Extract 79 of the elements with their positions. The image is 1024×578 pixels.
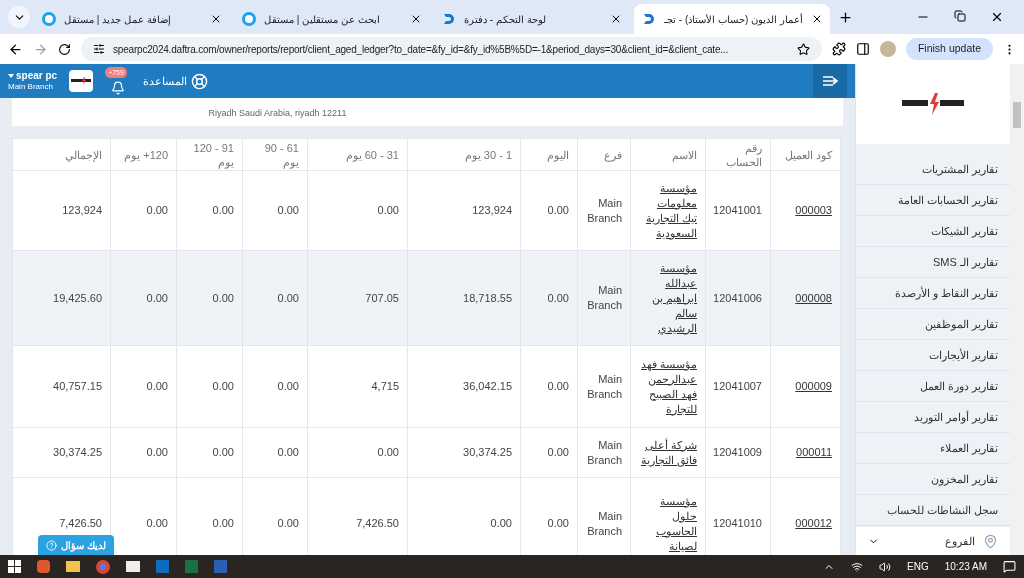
table-cell-text: 0.00 — [276, 290, 299, 306]
table-cell-text: 0.00 — [145, 290, 168, 306]
column-header: 31 - 60 يوم — [344, 147, 399, 162]
table-cell-text: 30,374.25 — [462, 445, 512, 460]
table-cell-text: 0.00 — [276, 203, 299, 218]
help-link[interactable]: المساعدة — [143, 72, 188, 90]
table-cell-text: 7,426.50 — [355, 516, 399, 531]
table-cell-text: 4,715 — [370, 379, 399, 394]
column-header: 120+ يوم — [123, 147, 168, 162]
browser-tab[interactable]: إضافة عمل جديد | مستقل — [34, 4, 230, 34]
table-cell-text: 0.00 — [546, 290, 569, 306]
table-cell-text: 36,042.15 — [462, 379, 512, 394]
tab-title: لوحة التحكم - دفترة — [464, 12, 547, 27]
table-cell: 12041010 — [714, 516, 762, 531]
branch-name: Main Branch — [8, 81, 54, 92]
table-cell-text: 0.00 — [546, 203, 569, 218]
client-link[interactable]: 000012 — [779, 516, 832, 531]
table-cell-text: 0.00 — [546, 445, 569, 460]
table-cell: 12041001 — [714, 203, 762, 218]
table-cell-text: 0.00 — [546, 516, 569, 531]
table-cell-text: 40,757.15 — [52, 379, 102, 394]
column-header: الاسم — [671, 147, 697, 162]
language-indicator[interactable]: ENG — [907, 559, 929, 574]
browser-tab[interactable]: لوحة التحكم - دفترة — [434, 4, 630, 34]
table-cell-text: 0.00 — [211, 203, 234, 218]
client-link[interactable]: 000003 — [779, 203, 832, 218]
clock[interactable]: 10:23 AM — [944, 559, 987, 574]
browser-tab[interactable]: أعمار الديون (حساب الأستاذ) - تجـ — [634, 4, 830, 34]
client-link[interactable]: 000008 — [779, 290, 832, 306]
table-cell: Main Branch — [586, 508, 622, 539]
branches-label: الفروع — [945, 533, 975, 550]
browser-tab[interactable]: ابحث عن مستقلين | مستقل — [234, 4, 430, 34]
table-cell-text: 0.00 — [145, 203, 168, 218]
table-cell-text: 0.00 — [145, 516, 168, 531]
company-address: Riyadh Saudi Arabia, riyadh 12211 — [208, 106, 347, 120]
account-name[interactable]: spear pc — [16, 70, 58, 81]
client-link[interactable]: 000009 — [779, 379, 832, 394]
table-cell-text: 19,425.60 — [52, 290, 102, 306]
table-cell-text: 18,718.55 — [462, 290, 512, 306]
column-header: 61 - 90 يوم — [263, 140, 299, 169]
table-cell-text: 123,924 — [471, 203, 512, 218]
table-cell: Main Branch — [586, 195, 622, 226]
column-header: رقم الحساب — [725, 140, 762, 169]
table-cell-text: 0.00 — [211, 290, 234, 306]
table-cell-text: 7,426.50 — [58, 516, 102, 531]
column-header: اليوم — [546, 147, 569, 162]
tab-title: ابحث عن مستقلين | مستقل — [264, 12, 381, 27]
table-cell-text: 0.00 — [145, 445, 168, 460]
table-cell: 12041007 — [714, 379, 762, 394]
table-cell-text: 0.00 — [376, 445, 399, 460]
table-cell-text: 30,374.25 — [52, 445, 102, 460]
table-cell-text: 707.05 — [364, 290, 399, 306]
tab-title: أعمار الديون (حساب الأستاذ) - تجـ — [664, 12, 803, 27]
column-header: كود العميل — [783, 147, 832, 162]
column-header: 91 - 120 يوم — [192, 140, 234, 169]
table-cell-text: 123,924 — [61, 203, 102, 218]
table-cell-text: 0.00 — [276, 516, 299, 531]
table-cell: 12041009 — [714, 445, 762, 460]
table-cell-text: 0.00 — [211, 379, 234, 394]
table-cell-text: 0.00 — [489, 516, 512, 531]
column-header: الإجمالي — [64, 147, 102, 162]
table-cell-text: 0.00 — [546, 379, 569, 394]
address-field[interactable]: spearpc2024.daftra.com/owner/reports/report/client_aged_ledger?to_date=&fy_id=&fy_id%5B%5D=-1&period_days=30&client_id=&client_cate... — [81, 37, 822, 61]
column-header: فرع — [603, 147, 622, 162]
table-cell: Main Branch — [586, 371, 622, 402]
sidebar-footer[interactable]: الفروع — [856, 527, 1010, 555]
table-cell-text: 0.00 — [145, 379, 168, 394]
url-text: spearpc2024.daftra.com/owner/reports/report/client_aged_ledger?to_date=&fy_id=&fy_id%5B%5D=-1&period_days=30&client_id=&client_cate... — [113, 42, 729, 57]
table-cell-text: 0.00 — [211, 516, 234, 531]
table-cell-text: 0.00 — [211, 445, 234, 460]
tab-title: إضافة عمل جديد | مستقل — [64, 12, 172, 27]
table-cell-text: 0.00 — [376, 203, 399, 218]
column-header: 1 - 30 يوم — [463, 147, 512, 162]
table-cell: Main Branch — [586, 283, 622, 313]
update-button[interactable]: Finish update — [905, 38, 993, 60]
table-cell: 12041006 — [714, 290, 762, 306]
table-cell-text: 0.00 — [276, 445, 299, 460]
table-cell: Main Branch — [586, 437, 622, 468]
table-cell-text: 0.00 — [276, 379, 299, 394]
